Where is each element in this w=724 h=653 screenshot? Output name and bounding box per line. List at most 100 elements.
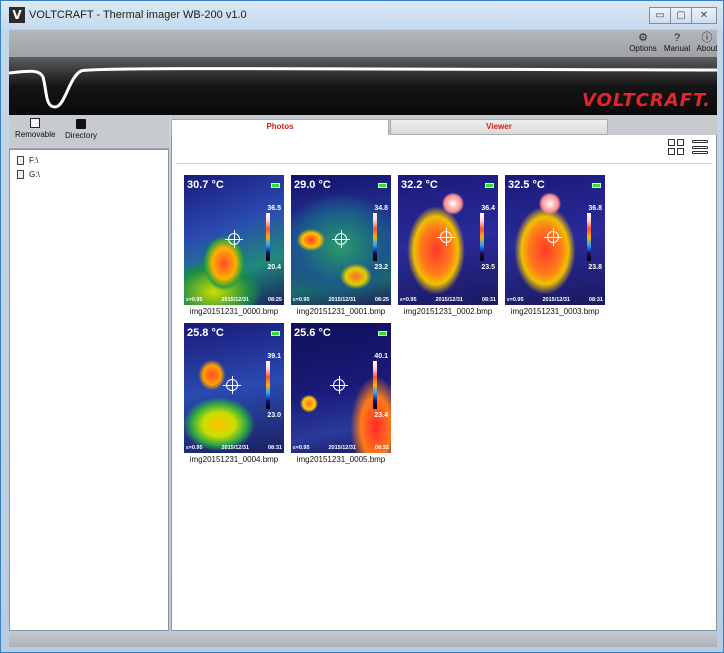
drive-tree: F:\ G:\ — [9, 149, 169, 631]
brand-banner: VOLTCRAFT. — [9, 57, 717, 115]
tab-viewer[interactable]: Viewer — [390, 119, 608, 135]
sd-card-icon — [30, 118, 41, 128]
thermal-image: 32.5 °C 36.8 23.8 ε=0.95 2015/12/31 08:3… — [505, 175, 605, 305]
scale-max: 39.1 — [267, 353, 281, 360]
crosshair-icon — [332, 230, 350, 248]
tab-photos[interactable]: Photos — [171, 119, 389, 135]
center-temperature: 29.0 °C — [294, 179, 331, 191]
image-date: 2015/12/31 — [542, 297, 570, 303]
info-icon: ⓘ — [701, 32, 713, 44]
thumbnail-filename: img20151231_0002.bmp — [403, 307, 493, 316]
crosshair-icon — [330, 376, 348, 394]
battery-icon — [378, 331, 387, 336]
image-date: 2015/12/31 — [328, 445, 356, 451]
tree-item-drive-g[interactable]: G:\ — [17, 168, 168, 180]
scale-min: 20.4 — [267, 264, 281, 271]
image-date: 2015/12/31 — [221, 445, 249, 451]
drive-label: F:\ — [29, 155, 39, 165]
removable-button[interactable]: Removable — [15, 118, 55, 139]
app-window: V VOLTCRAFT - Thermal imager WB-200 v1.0… — [0, 0, 724, 653]
center-temperature: 25.8 °C — [187, 327, 224, 339]
toolbar: ⚙ Options ? Manual ⓘ About — [9, 29, 717, 57]
battery-icon — [271, 183, 280, 188]
divider — [176, 163, 712, 164]
scale-max: 36.5 — [267, 205, 281, 212]
about-button[interactable]: ⓘ About — [687, 32, 724, 56]
window-controls: ▭ ▢ ✕ — [649, 7, 717, 24]
list-view-icon[interactable] — [692, 139, 708, 155]
title-bar: V VOLTCRAFT - Thermal imager WB-200 v1.0… — [1, 1, 723, 29]
center-temperature: 30.7 °C — [187, 179, 224, 191]
thumbnail[interactable]: 30.7 °C 36.5 20.4 ε=0.95 2015/12/31 08:2… — [184, 175, 284, 316]
color-scale — [266, 213, 270, 261]
thermal-image: 29.0 °C 34.8 23.2 ε=0.95 2015/12/31 08:2… — [291, 175, 391, 305]
thumbnail-filename: img20151231_0005.bmp — [296, 455, 386, 464]
thumbnail-filename: img20151231_0001.bmp — [296, 307, 386, 316]
thumbnail[interactable]: 25.8 °C 39.1 23.0 ε=0.95 2015/12/31 08:3… — [184, 323, 284, 464]
drive-label: G:\ — [29, 169, 40, 179]
center-temperature: 25.6 °C — [294, 327, 331, 339]
image-footer: ε=0.95 2015/12/31 08:31 — [400, 297, 496, 303]
emissivity: ε=0.95 — [293, 297, 310, 303]
image-time: 08:31 — [267, 445, 282, 451]
emissivity: ε=0.95 — [400, 297, 417, 303]
crosshair-icon — [544, 228, 562, 246]
photos-panel: 30.7 °C 36.5 20.4 ε=0.95 2015/12/31 08:2… — [171, 135, 717, 631]
center-temperature: 32.5 °C — [508, 179, 545, 191]
minimize-button[interactable]: ▭ — [649, 7, 671, 24]
scale-max: 34.8 — [374, 205, 388, 212]
maximize-button[interactable]: ▢ — [670, 7, 692, 24]
color-scale — [587, 213, 591, 261]
tree-item-drive-f[interactable]: F:\ — [17, 154, 168, 166]
removable-label: Removable — [15, 130, 56, 139]
emissivity: ε=0.95 — [507, 297, 524, 303]
window-title: VOLTCRAFT - Thermal imager WB-200 v1.0 — [29, 9, 247, 21]
battery-icon — [592, 183, 601, 188]
app-icon: V — [9, 7, 25, 23]
tab-bar: Photos Viewer — [171, 115, 717, 135]
image-time: 08:25 — [267, 297, 282, 303]
gear-icon: ⚙ — [638, 32, 648, 44]
scale-max: 36.8 — [588, 205, 602, 212]
image-footer: ε=0.95 2015/12/31 08:25 — [186, 297, 282, 303]
grid-view-icon[interactable] — [668, 139, 684, 155]
scale-min: 23.8 — [588, 264, 602, 271]
directory-button[interactable]: Directory — [65, 118, 97, 140]
thermal-image: 25.6 °C 40.1 23.4 ε=0.95 2015/12/31 08:3… — [291, 323, 391, 453]
image-footer: ε=0.95 2015/12/31 08:31 — [507, 297, 603, 303]
image-date: 2015/12/31 — [221, 297, 249, 303]
status-bar — [9, 633, 717, 647]
thermal-image: 30.7 °C 36.5 20.4 ε=0.95 2015/12/31 08:2… — [184, 175, 284, 305]
thumbnail[interactable]: 32.2 °C 36.4 23.5 ε=0.95 2015/12/31 08:3… — [398, 175, 498, 316]
color-scale — [480, 213, 484, 261]
thermal-image: 25.8 °C 39.1 23.0 ε=0.95 2015/12/31 08:3… — [184, 323, 284, 453]
image-time: 08:31 — [481, 297, 496, 303]
crosshair-icon — [437, 228, 455, 246]
question-icon: ? — [673, 32, 681, 44]
close-button[interactable]: ✕ — [691, 7, 717, 24]
image-time: 08:31 — [588, 297, 603, 303]
thumbnail[interactable]: 32.5 °C 36.8 23.8 ε=0.95 2015/12/31 08:3… — [505, 175, 605, 316]
source-toolbar: Removable Directory — [9, 115, 169, 149]
sd-card-icon — [17, 169, 24, 179]
folder-icon — [76, 119, 86, 129]
view-switcher — [668, 139, 708, 155]
thumbnail[interactable]: 25.6 °C 40.1 23.4 ε=0.95 2015/12/31 08:3… — [291, 323, 391, 464]
scale-max: 36.4 — [481, 205, 495, 212]
emissivity: ε=0.95 — [186, 297, 203, 303]
scale-min: 23.5 — [481, 264, 495, 271]
color-scale — [373, 361, 377, 409]
about-label: About — [696, 44, 718, 53]
image-date: 2015/12/31 — [328, 297, 356, 303]
thumbnail-filename: img20151231_0000.bmp — [189, 307, 279, 316]
scale-max: 40.1 — [374, 353, 388, 360]
thumbnail-filename: img20151231_0004.bmp — [189, 455, 279, 464]
options-label: Options — [629, 44, 657, 53]
scale-min: 23.4 — [374, 412, 388, 419]
crosshair-icon — [225, 230, 243, 248]
thumbnail[interactable]: 29.0 °C 34.8 23.2 ε=0.95 2015/12/31 08:2… — [291, 175, 391, 316]
emissivity: ε=0.95 — [186, 445, 203, 451]
crosshair-icon — [223, 376, 241, 394]
center-temperature: 32.2 °C — [401, 179, 438, 191]
color-scale — [266, 361, 270, 409]
